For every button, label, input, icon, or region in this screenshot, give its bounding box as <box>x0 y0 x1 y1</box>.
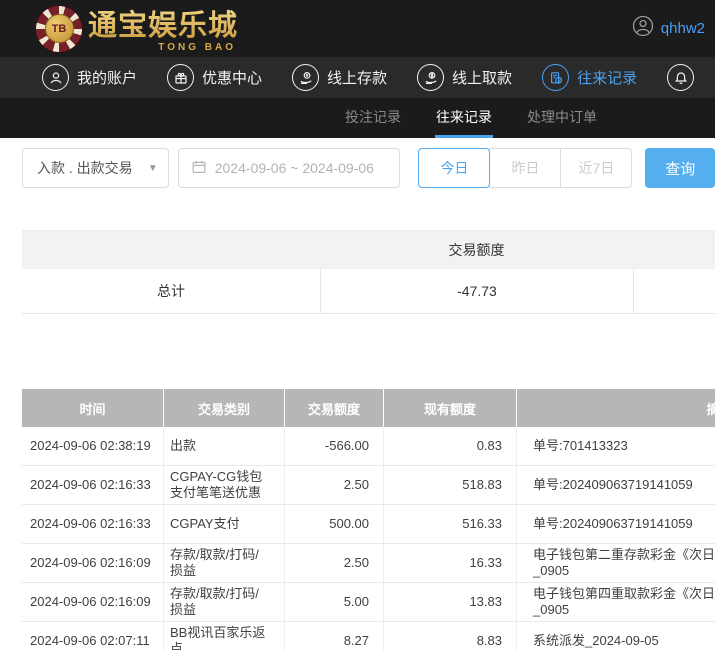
today-button[interactable]: 今日 <box>418 148 491 188</box>
bell-icon <box>667 64 695 91</box>
col-balance: 现有额度 <box>383 389 516 427</box>
cell-balance: 13.83 <box>383 583 516 621</box>
nav-label: 优惠中心 <box>202 70 263 87</box>
transaction-type-select[interactable]: 入款 . 出款交易 ▼ <box>22 148 169 188</box>
tab-transaction-records[interactable]: 往来记录 <box>435 98 493 138</box>
deposit-hand-coin-icon <box>292 64 320 91</box>
transactions-table-header: 时间 交易类别 交易额度 现有额度 摘要 <box>22 389 715 427</box>
total-label: 总计 <box>157 283 185 299</box>
col-summary: 摘要 <box>516 389 715 427</box>
cell-time: 2024-09-06 02:16:33 <box>30 477 151 492</box>
col-time: 时间 <box>79 401 106 417</box>
summary-table: 交易额度 总计 -47.73 <box>22 230 715 314</box>
cell-balance: 16.33 <box>383 544 516 582</box>
nav-label: 往来记录 <box>577 70 638 87</box>
summary-header-label: 交易额度 <box>448 242 505 258</box>
cell-balance: 0.83 <box>383 427 516 465</box>
table-row: 2024-09-06 02:16:33 CGPAY-CG钱包 支付笔笔送优惠 2… <box>22 466 715 505</box>
cell-amount: 2.50 <box>284 544 383 582</box>
nav-deposit[interactable]: 线上存款 <box>292 64 387 91</box>
cell-type: 出款 <box>163 427 284 465</box>
cell-type: CGPAY支付 <box>163 505 284 543</box>
gift-icon <box>167 64 195 91</box>
user-icon <box>632 15 654 42</box>
nav-label: 线上取款 <box>452 70 513 87</box>
cell-summary: 单号:202409063719141059 <box>516 466 715 504</box>
nav-label: 线上存款 <box>327 70 388 87</box>
cell-summary: 电子钱包第四重取款彩金《次日1 _0905 <box>516 583 715 621</box>
cell-type: BB视讯百家乐返 点 <box>163 622 284 650</box>
record-tabs: 投注记录 往来记录 处理中订单 <box>0 98 715 138</box>
brand-text: 通宝娱乐城 TONG BAO <box>88 4 238 54</box>
cell-summary: 系统派发_2024-09-05 <box>516 622 715 650</box>
nav-promotions[interactable]: 优惠中心 <box>167 64 262 91</box>
col-amount: 交易额度 <box>284 389 383 427</box>
quick-date-group: 今日 昨日 近7日 <box>418 148 633 188</box>
col-type: 交易类别 <box>163 389 284 427</box>
account-icon <box>42 64 69 91</box>
cell-balance: 516.33 <box>383 505 516 543</box>
table-row: 2024-09-06 02:07:11 BB视讯百家乐返 点 8.27 8.83… <box>22 622 715 650</box>
cell-time: 2024-09-06 02:16:09 <box>30 555 151 570</box>
chip-tb-label: TB <box>44 14 74 43</box>
cell-type: CGPAY-CG钱包 支付笔笔送优惠 <box>163 466 284 504</box>
cell-time: 2024-09-06 02:07:11 <box>30 633 150 648</box>
date-range-value: 2024-09-06 ~ 2024-09-06 <box>214 160 374 176</box>
cell-summary: 单号:701413323 <box>516 427 715 465</box>
brand-logo[interactable]: TB 通宝娱乐城 TONG BAO <box>36 4 238 54</box>
nav-label: 我的账户 <box>77 70 138 87</box>
withdraw-hand-dollar-icon <box>417 64 445 91</box>
summary-total-row: 总计 -47.73 <box>22 269 715 314</box>
selected-type: 入款 . 出款交易 <box>37 160 133 176</box>
last7days-button[interactable]: 近7日 <box>560 148 633 188</box>
chevron-down-icon: ▼ <box>147 162 158 174</box>
poker-chip-icon: TB <box>36 5 82 52</box>
records-icon <box>542 64 570 91</box>
username: qhhw2 <box>660 20 705 37</box>
cell-type: 存款/取款/打码/ 损益 <box>163 544 284 582</box>
cell-amount: 5.00 <box>284 583 383 621</box>
table-row: 2024-09-06 02:16:33 CGPAY支付 500.00 516.3… <box>22 505 715 544</box>
total-value: -47.73 <box>320 269 633 313</box>
topbar: TB 通宝娱乐城 TONG BAO qhhw2 <box>0 0 715 57</box>
search-button[interactable]: 查询 <box>645 148 715 188</box>
cell-summary: 电子钱包第二重存款彩金《次日1 _0905 <box>516 544 715 582</box>
tab-betting-records[interactable]: 投注记录 <box>344 98 402 138</box>
filter-bar: 入款 . 出款交易 ▼ 2024-09-06 ~ 2024-09-06 今日 昨… <box>22 148 715 188</box>
table-row: 2024-09-06 02:38:19 出款 -566.00 0.83 单号:7… <box>22 427 715 466</box>
main-nav: 我的账户 优惠中心 线上存款 线上取款 往来记录 <box>0 57 715 98</box>
table-row: 2024-09-06 02:16:09 存款/取款/打码/ 损益 5.00 13… <box>22 583 715 622</box>
cell-time: 2024-09-06 02:16:33 <box>30 516 151 531</box>
cell-type: 存款/取款/打码/ 损益 <box>163 583 284 621</box>
yesterday-button[interactable]: 昨日 <box>489 148 562 188</box>
cell-time: 2024-09-06 02:38:19 <box>30 438 151 453</box>
tab-pending-orders[interactable]: 处理中订单 <box>526 98 598 138</box>
account-menu[interactable]: qhhw2 <box>632 15 705 42</box>
summary-header: 交易额度 <box>22 231 715 269</box>
cell-time: 2024-09-06 02:16:09 <box>30 594 151 609</box>
cell-summary: 单号:202409063719141059 <box>516 505 715 543</box>
nav-withdraw[interactable]: 线上取款 <box>417 64 512 91</box>
cell-balance: 8.83 <box>383 622 516 650</box>
table-row: 2024-09-06 02:16:09 存款/取款/打码/ 损益 2.50 16… <box>22 544 715 583</box>
cell-amount: 8.27 <box>284 622 383 650</box>
brand-name-en: TONG BAO <box>158 41 237 53</box>
nav-transaction-records[interactable]: 往来记录 <box>542 64 637 91</box>
calendar-icon <box>191 159 207 178</box>
nav-my-account[interactable]: 我的账户 <box>42 64 137 91</box>
summary-row-spacer <box>633 269 715 313</box>
date-range-input[interactable]: 2024-09-06 ~ 2024-09-06 <box>177 148 401 188</box>
cell-amount: 2.50 <box>284 466 383 504</box>
cell-balance: 518.83 <box>383 466 516 504</box>
cell-amount: -566.00 <box>284 427 383 465</box>
cell-amount: 500.00 <box>284 505 383 543</box>
transactions-table: 时间 交易类别 交易额度 现有额度 摘要 2024-09-06 02:38:19… <box>22 389 715 650</box>
nav-notifications[interactable] <box>667 64 715 91</box>
